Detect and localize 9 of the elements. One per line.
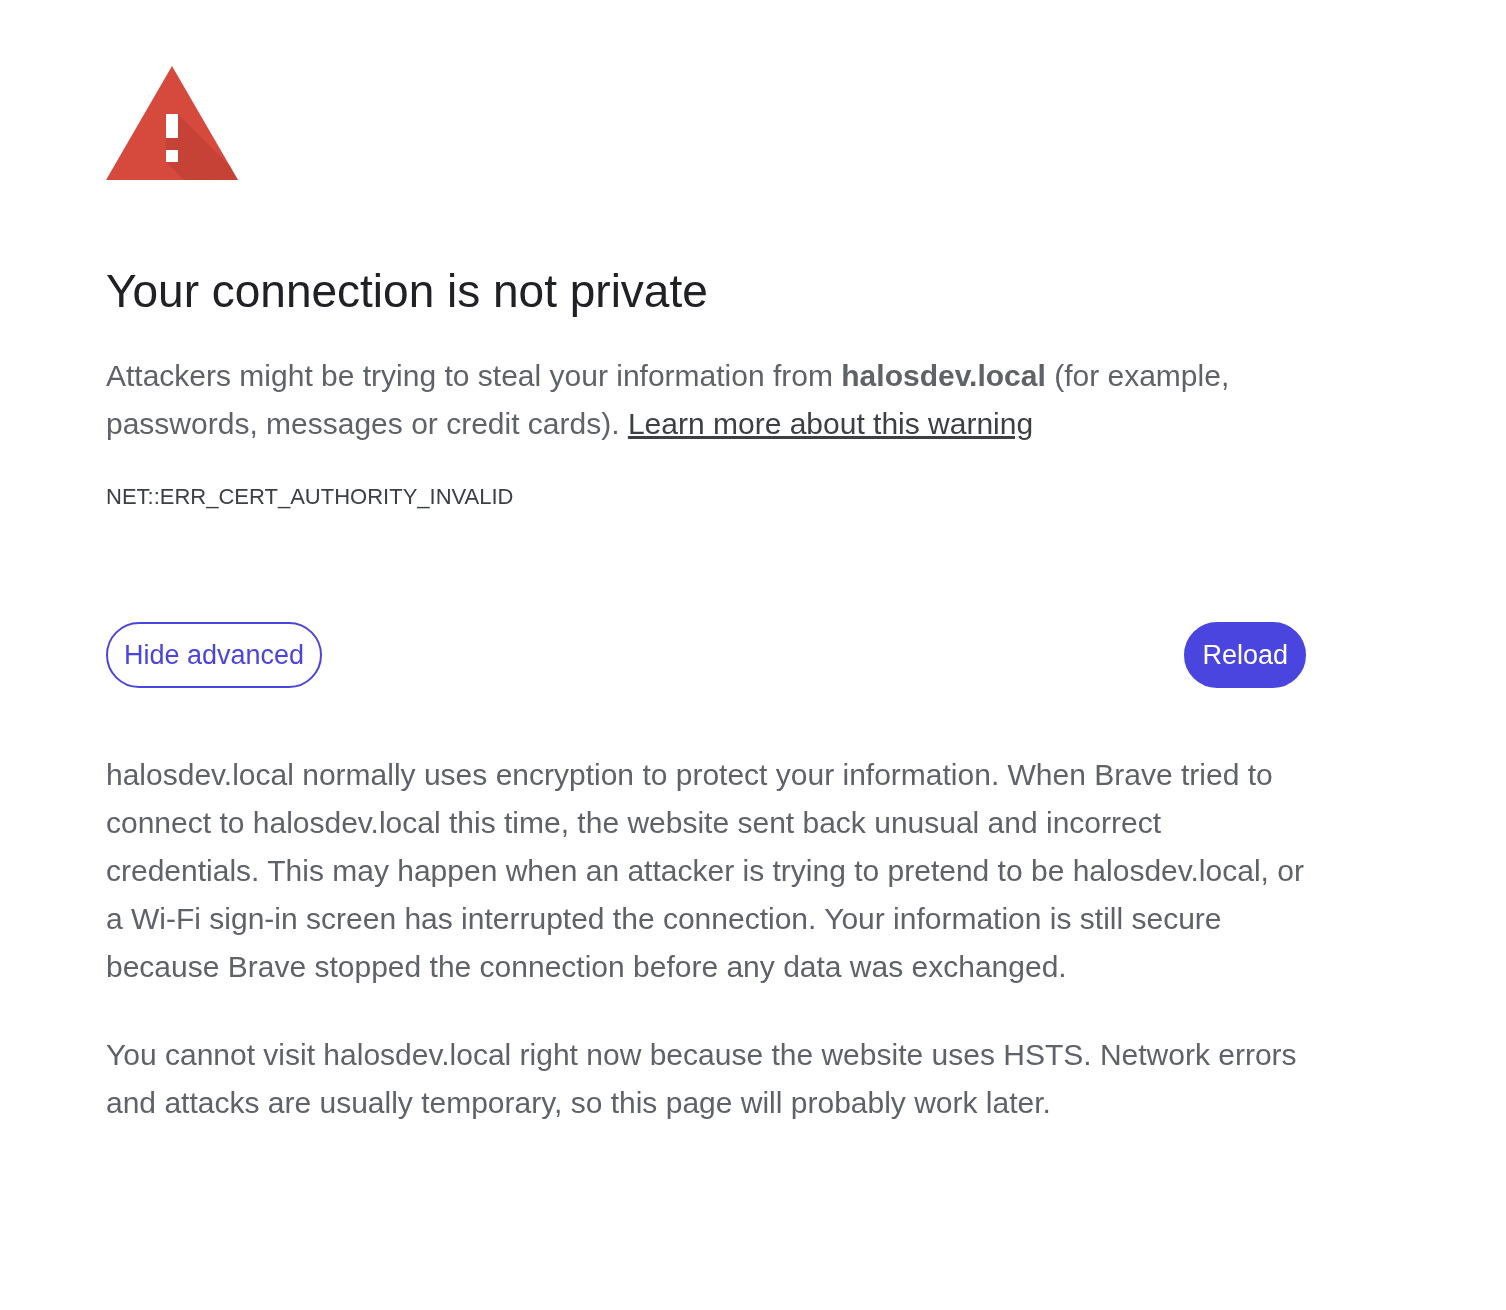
warning-paragraph: Attackers might be trying to steal your information from halosdev.local (for example, passwords, messages or credit cards). Learn more about this warning bbox=[106, 358, 1231, 442]
error-code: NET::ERR_CERT_AUTHORITY_INVALID bbox=[106, 484, 514, 510]
explanation-paragraph: You cannot visit halosdev.local right now because the website uses HSTS. Network errors and attacks are usually temporary, so this page will probably work later. bbox=[106, 1037, 1298, 1121]
warning-icon bbox=[106, 66, 238, 180]
page-title: Your connection is not private bbox=[106, 265, 708, 318]
hide-advanced-button[interactable]: Hide advanced bbox=[106, 622, 323, 688]
explanation-paragraph: halosdev.local normally uses encryption to protect your information. When Brave tried to connect to halosdev.local this time, the website sent back unusual and incorrect credentials. This may happen when an attacker is trying to pretend to be halosdev.local, or a Wi-Fi sign-in screen has interrupted the connection. Your information is still secure because Brave stopped the connection before any data was exchanged. bbox=[106, 757, 1305, 985]
reload-button[interactable]: Reload bbox=[1184, 622, 1306, 688]
learn-more-link[interactable]: Learn more about this warning bbox=[627, 407, 1034, 440]
